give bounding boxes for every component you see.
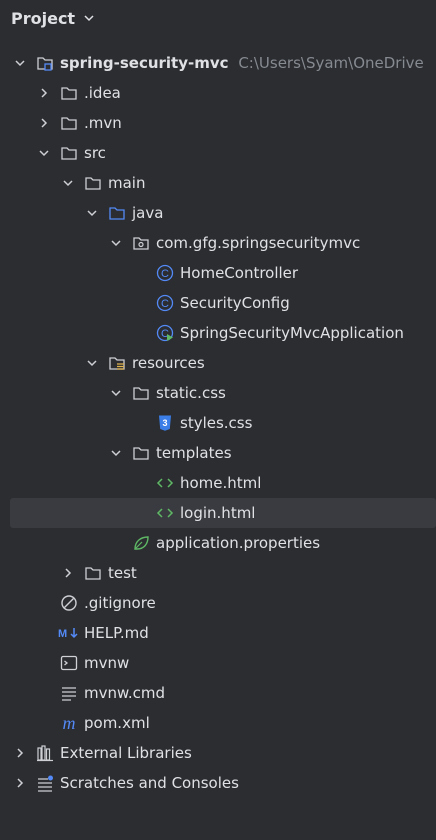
chevron-right-icon[interactable] bbox=[12, 745, 28, 761]
tree-item-login-html[interactable]: login.html bbox=[10, 498, 436, 528]
tree-item-label: login.html bbox=[180, 504, 256, 522]
tree-item-label: src bbox=[84, 144, 106, 162]
scratches-icon bbox=[36, 774, 54, 792]
tree-item-label: Scratches and Consoles bbox=[60, 774, 239, 792]
tree-item-label: SecurityConfig bbox=[180, 294, 290, 312]
tree-item-scratches[interactable]: Scratches and Consoles bbox=[0, 768, 436, 798]
tree-item-label: main bbox=[108, 174, 146, 192]
tree-item-main[interactable]: main bbox=[0, 168, 436, 198]
tree-item-label: test bbox=[108, 564, 137, 582]
tree-item-src[interactable]: src bbox=[0, 138, 436, 168]
resources-folder-icon bbox=[108, 354, 126, 372]
folder-icon bbox=[132, 444, 150, 462]
spring-leaf-icon bbox=[132, 534, 150, 552]
chevron-down-icon[interactable] bbox=[108, 445, 124, 461]
tree-item-label: HomeController bbox=[180, 264, 299, 282]
tree-item-external-libraries[interactable]: External Libraries bbox=[0, 738, 436, 768]
tree-item-pom-xml[interactable]: m pom.xml bbox=[0, 708, 436, 738]
java-class-icon: C bbox=[156, 264, 174, 282]
chevron-down-icon[interactable] bbox=[108, 385, 124, 401]
tree-item-static-css[interactable]: static.css bbox=[0, 378, 436, 408]
tree-item-home-controller[interactable]: C HomeController bbox=[0, 258, 436, 288]
chevron-down-icon[interactable] bbox=[84, 355, 100, 371]
tree-item-label: resources bbox=[132, 354, 205, 372]
chevron-right-icon[interactable] bbox=[36, 85, 52, 101]
folder-icon bbox=[84, 564, 102, 582]
tree-item-mvn[interactable]: .mvn bbox=[0, 108, 436, 138]
tree-item-java[interactable]: java bbox=[0, 198, 436, 228]
tree-item-app-properties[interactable]: application.properties bbox=[0, 528, 436, 558]
project-panel-header: Project bbox=[0, 0, 436, 36]
svg-text:m: m bbox=[63, 714, 76, 732]
chevron-right-icon[interactable] bbox=[60, 565, 76, 581]
chevron-right-icon[interactable] bbox=[36, 115, 52, 131]
tree-item-label: templates bbox=[156, 444, 232, 462]
ignore-file-icon bbox=[60, 594, 78, 612]
tree-item-resources[interactable]: resources bbox=[0, 348, 436, 378]
svg-text:C: C bbox=[161, 268, 169, 280]
tree-item-label: .gitignore bbox=[84, 594, 156, 612]
tree-item-mvnw-cmd[interactable]: mvnw.cmd bbox=[0, 678, 436, 708]
tree-item-test[interactable]: test bbox=[0, 558, 436, 588]
tree-item-app-class[interactable]: C SpringSecurityMvcApplication bbox=[0, 318, 436, 348]
chevron-down-icon[interactable] bbox=[60, 175, 76, 191]
java-main-class-icon: C bbox=[156, 324, 174, 342]
tree-item-label: External Libraries bbox=[60, 744, 192, 762]
java-class-icon: C bbox=[156, 294, 174, 312]
folder-icon bbox=[60, 144, 78, 162]
folder-icon bbox=[60, 84, 78, 102]
project-tree: spring-security-mvc C:\Users\Syam\OneDri… bbox=[0, 48, 436, 798]
root-module-label: spring-security-mvc bbox=[60, 54, 229, 72]
tree-item-label: mvnw bbox=[84, 654, 130, 672]
svg-text:3: 3 bbox=[162, 418, 167, 428]
chevron-down-icon[interactable] bbox=[83, 12, 95, 24]
tree-item-package[interactable]: com.gfg.springsecuritymvc bbox=[0, 228, 436, 258]
module-folder-icon bbox=[36, 54, 54, 72]
tree-item-label: home.html bbox=[180, 474, 262, 492]
root-module-path: C:\Users\Syam\OneDrive bbox=[238, 54, 424, 72]
tree-item-idea[interactable]: .idea bbox=[0, 78, 436, 108]
tree-item-mvnw[interactable]: mvnw bbox=[0, 648, 436, 678]
tree-item-label: HELP.md bbox=[84, 624, 149, 642]
text-file-icon bbox=[60, 684, 78, 702]
project-view-selector[interactable]: Project bbox=[11, 9, 75, 28]
html-file-icon bbox=[156, 474, 174, 492]
tree-item-label: pom.xml bbox=[84, 714, 150, 732]
chevron-down-icon[interactable] bbox=[108, 235, 124, 251]
chevron-down-icon[interactable] bbox=[84, 205, 100, 221]
tree-item-styles-css[interactable]: 3 styles.css bbox=[0, 408, 436, 438]
folder-icon bbox=[84, 174, 102, 192]
folder-icon bbox=[60, 114, 78, 132]
tree-item-label: application.properties bbox=[156, 534, 321, 552]
chevron-down-icon[interactable] bbox=[36, 145, 52, 161]
markdown-file-icon: M bbox=[58, 624, 80, 642]
tree-item-home-html[interactable]: home.html bbox=[0, 468, 436, 498]
package-icon bbox=[132, 234, 150, 252]
tree-item-label: java bbox=[132, 204, 164, 222]
tree-item-label: styles.css bbox=[180, 414, 253, 432]
html-file-icon bbox=[156, 504, 174, 522]
svg-text:M: M bbox=[58, 628, 67, 640]
tree-item-help-md[interactable]: M HELP.md bbox=[0, 618, 436, 648]
folder-icon bbox=[132, 384, 150, 402]
tree-item-label: mvnw.cmd bbox=[84, 684, 166, 702]
chevron-right-icon[interactable] bbox=[12, 775, 28, 791]
css-file-icon: 3 bbox=[156, 414, 174, 432]
tree-item-label: .idea bbox=[84, 84, 121, 102]
library-icon bbox=[36, 744, 54, 762]
tree-item-label: .mvn bbox=[84, 114, 122, 132]
svg-text:C: C bbox=[161, 298, 169, 310]
maven-file-icon: m bbox=[60, 714, 78, 732]
tree-item-security-config[interactable]: C SecurityConfig bbox=[0, 288, 436, 318]
chevron-down-icon[interactable] bbox=[12, 55, 28, 71]
tree-item-label: static.css bbox=[156, 384, 226, 402]
tree-item-gitignore[interactable]: .gitignore bbox=[0, 588, 436, 618]
tree-item-label: com.gfg.springsecuritymvc bbox=[156, 234, 361, 252]
tree-item-root-module[interactable]: spring-security-mvc C:\Users\Syam\OneDri… bbox=[0, 48, 436, 78]
tree-item-templates[interactable]: templates bbox=[0, 438, 436, 468]
source-folder-icon bbox=[108, 204, 126, 222]
tree-item-label: SpringSecurityMvcApplication bbox=[180, 324, 404, 342]
shell-script-icon bbox=[60, 654, 78, 672]
